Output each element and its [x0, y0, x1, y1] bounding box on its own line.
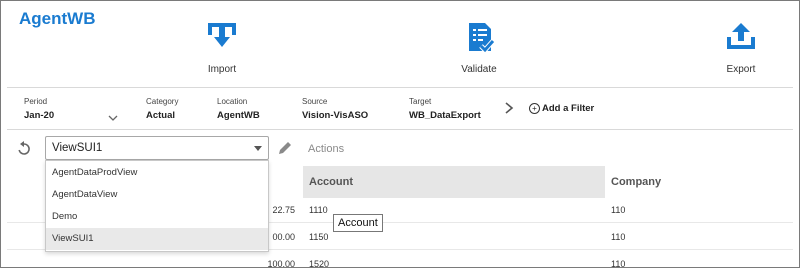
pov-target-value: WB_DataExport [409, 110, 481, 121]
pov-category[interactable]: Category Actual [146, 97, 178, 121]
dropdown-option[interactable]: AgentDataProdView [46, 162, 268, 184]
import-icon [167, 21, 277, 55]
view-select-value: ViewSUI1 [52, 142, 103, 154]
export-label: Export [726, 64, 756, 75]
divider [7, 129, 793, 130]
pov-source[interactable]: Source Vision-VisASO [302, 97, 368, 121]
add-filter-label: Add a Filter [542, 103, 595, 115]
pov-location-value: AgentWB [217, 110, 260, 121]
pov-target-label: Target [409, 97, 432, 106]
divider [7, 87, 793, 88]
cell-account: 1150 [309, 232, 329, 242]
chevron-right-icon[interactable] [504, 101, 514, 115]
reset-icon[interactable] [16, 141, 32, 157]
dropdown-option[interactable]: AgentDataView [46, 184, 268, 206]
column-header-account[interactable]: Account [303, 166, 605, 198]
pov-location[interactable]: Location AgentWB [217, 97, 260, 121]
pov-category-value: Actual [146, 110, 176, 121]
cell-account: 1520 [309, 259, 330, 268]
import-label: Import [207, 64, 237, 75]
column-header-company[interactable]: Company [605, 166, 791, 198]
validate-icon [424, 21, 534, 55]
cell-company: 110 [611, 205, 626, 215]
caret-down-icon [254, 146, 262, 151]
dropdown-option-selected[interactable]: ViewSUI1 [46, 228, 268, 250]
pov-source-label: Source [302, 97, 328, 106]
pov-period-value: Jan-20 [24, 110, 55, 121]
pov-category-label: Category [146, 97, 179, 106]
cell-account: 1110 [309, 205, 328, 215]
pencil-icon[interactable] [277, 140, 293, 156]
actions-menu[interactable]: Actions [308, 143, 344, 155]
cell-company: 110 [611, 232, 626, 242]
plus-circle-icon: + [529, 103, 540, 114]
pov-target[interactable]: Target WB_DataExport [409, 97, 481, 121]
chevron-down-icon[interactable] [108, 114, 118, 122]
tooltip: Account [333, 214, 383, 232]
pov-source-value: Vision-VisASO [302, 110, 369, 121]
cell-company: 110 [611, 259, 626, 268]
view-select[interactable]: ViewSUI1 [45, 136, 269, 160]
app-window: AgentWB Import Validate Export Period Ja… [0, 0, 800, 268]
pov-period[interactable]: Period Jan-20 [24, 97, 54, 121]
validate-label: Validate [461, 64, 497, 75]
export-icon [686, 21, 796, 55]
app-title: AgentWB [19, 9, 96, 28]
add-filter-button[interactable]: + Add a Filter [529, 103, 594, 114]
pov-period-label: Period [24, 97, 48, 106]
view-dropdown-list: AgentDataProdView AgentDataView Demo Vie… [45, 160, 269, 252]
pov-location-label: Location [217, 97, 248, 106]
dropdown-option[interactable]: Demo [46, 206, 268, 228]
cell-amount: 100.00 [267, 259, 295, 268]
table-row[interactable]: 100.00 1520 110 [7, 254, 793, 268]
